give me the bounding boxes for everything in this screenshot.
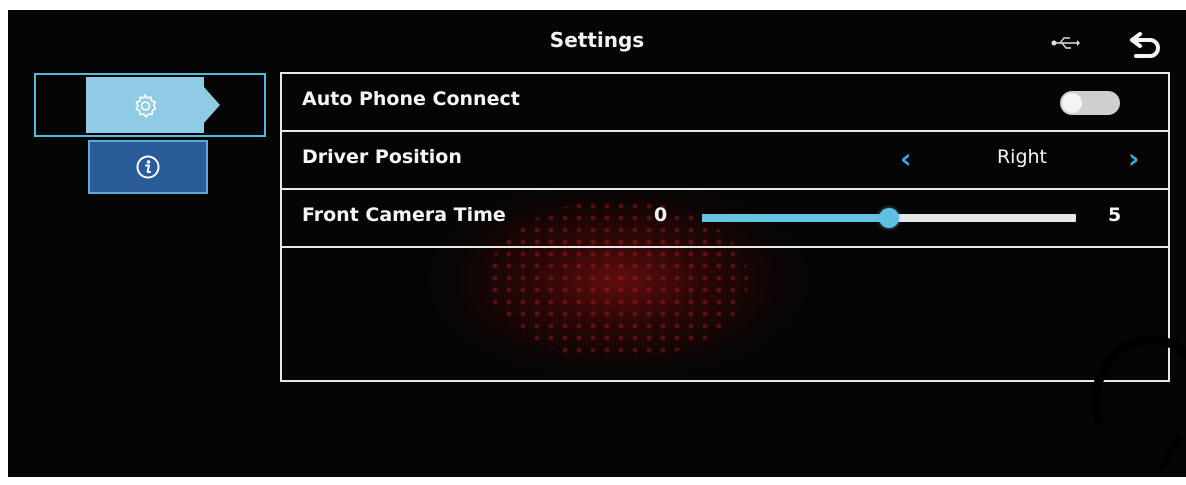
tab-info[interactable] xyxy=(88,140,208,194)
usb-icon xyxy=(1051,37,1080,49)
setting-row-front-camera-time: Front Camera Time 0 5 xyxy=(282,190,1168,248)
slider-thumb[interactable] xyxy=(879,208,899,228)
gear-icon xyxy=(135,94,157,118)
chevron-right-icon[interactable]: › xyxy=(1128,144,1140,174)
toggle-knob xyxy=(1062,93,1082,113)
slider-fill xyxy=(702,214,889,222)
info-icon xyxy=(136,155,160,179)
driver-position-label: Driver Position xyxy=(302,146,462,168)
auto-phone-connect-label: Auto Phone Connect xyxy=(302,88,520,110)
setting-row-auto-phone-connect: Auto Phone Connect xyxy=(282,74,1168,132)
slider-min-label: 0 xyxy=(654,204,668,226)
settings-screen: Settings Auto Phone Connect Driver Posit… xyxy=(8,10,1186,477)
front-camera-time-slider[interactable] xyxy=(702,208,1076,228)
settings-panel: Auto Phone Connect Driver Position ‹ Rig… xyxy=(280,72,1170,382)
tab-settings-pointer xyxy=(204,87,220,123)
front-camera-time-label: Front Camera Time xyxy=(302,204,506,226)
driver-position-value: Right xyxy=(996,146,1048,168)
back-arrow-icon[interactable] xyxy=(1126,28,1166,62)
setting-row-driver-position: Driver Position ‹ Right › xyxy=(282,132,1168,190)
tab-settings[interactable] xyxy=(34,73,266,137)
slider-max-label: 5 xyxy=(1108,204,1122,226)
page-title: Settings xyxy=(549,28,645,52)
chevron-left-icon[interactable]: ‹ xyxy=(900,144,912,174)
auto-phone-connect-toggle[interactable] xyxy=(1060,91,1120,115)
